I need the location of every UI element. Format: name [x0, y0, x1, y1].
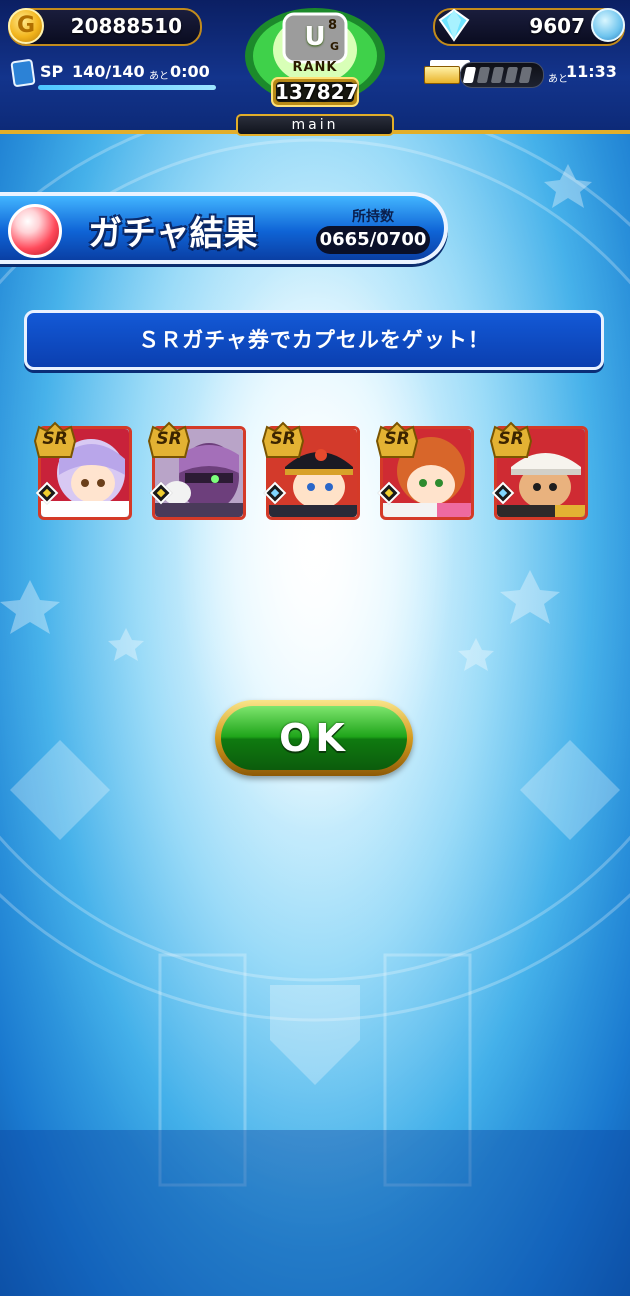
character-card[interactable]: SR — [375, 421, 474, 520]
ok-button-label: OK — [221, 706, 407, 770]
holdings-value: 0665/0700 — [316, 226, 430, 254]
rank-grade: U — [304, 22, 326, 52]
gem-shop-icon[interactable] — [591, 8, 625, 42]
rank-grade-level: 8 — [328, 18, 338, 33]
rank-label: RANK — [292, 60, 338, 75]
holdings-box: 所持数 0665/0700 — [316, 206, 430, 256]
page-title: ガチャ結果 — [88, 214, 258, 254]
pack-icon — [424, 66, 460, 84]
sr-rarity: SR — [270, 429, 296, 449]
sp-value: 140/140 — [72, 62, 145, 81]
sr-rarity: SR — [384, 429, 410, 449]
gem-value: 9607 — [529, 14, 585, 38]
sr-rarity: SR — [42, 429, 68, 449]
diamond-gem-icon — [438, 8, 470, 42]
sr-rarity: SR — [498, 429, 524, 449]
capsule-icon — [8, 204, 62, 258]
sp-remaining-label: あと — [149, 71, 169, 82]
sp-timer: 0:00 — [170, 62, 210, 81]
coin-value: 20888510 — [70, 14, 182, 38]
gem-counter[interactable]: 9607 — [433, 8, 625, 46]
pack-remaining-label: あと — [548, 74, 568, 85]
pack-gauge — [460, 62, 544, 88]
mode-tag: main — [236, 114, 394, 136]
coin-counter[interactable]: G 20888510 — [8, 8, 202, 46]
pack-time: 11:33 — [566, 62, 617, 81]
sp-progress-bar — [38, 85, 216, 90]
character-card[interactable]: SR — [489, 421, 588, 520]
rank-grade-sub: G — [330, 40, 340, 53]
sp-label: SP — [40, 62, 64, 81]
character-card[interactable]: SR — [33, 421, 132, 520]
result-message: ＳＲガチャ券でカプセルをゲット！ — [24, 310, 604, 370]
gacha-result-banner: ガチャ結果 所持数 0665/0700 — [0, 192, 448, 264]
sp-stamina[interactable]: SP 140/140 あと 0:00 — [10, 58, 216, 94]
character-card[interactable]: SR — [147, 421, 246, 520]
ok-button[interactable]: OK — [215, 700, 413, 776]
coin-icon: G — [8, 8, 44, 44]
sr-rarity: SR — [156, 429, 182, 449]
rank-value: 137827 — [275, 80, 359, 104]
character-card[interactable]: SR — [261, 421, 360, 520]
pack-timer[interactable]: あと 11:33 — [424, 60, 624, 90]
holdings-label: 所持数 — [352, 209, 394, 225]
top-status-bar: G 20888510 SP 140/140 あと 0:00 U 8 G RANK… — [0, 0, 630, 136]
rank-emblem[interactable]: U 8 G RANK 137827 — [236, 2, 394, 114]
sp-card-icon — [10, 58, 36, 88]
